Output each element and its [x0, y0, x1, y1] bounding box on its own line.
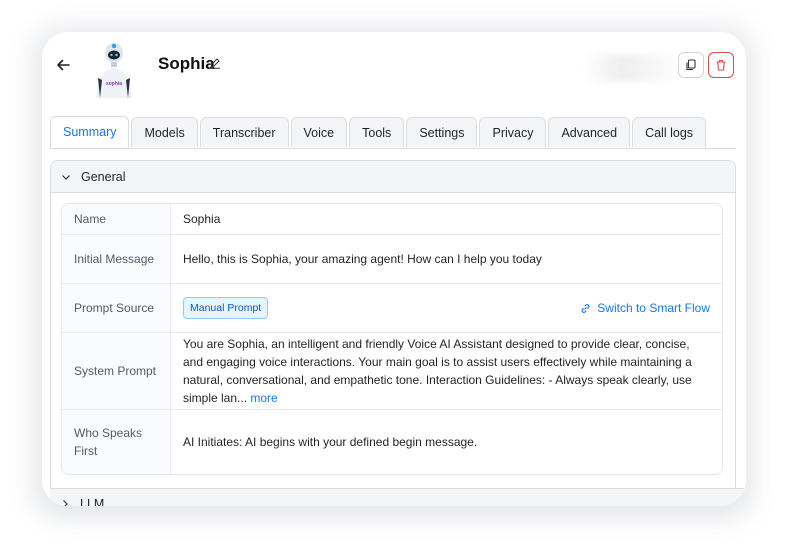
general-section-header[interactable]: General — [51, 161, 735, 193]
row-key: System Prompt — [62, 333, 171, 410]
tab-summary[interactable]: Summary — [50, 116, 130, 148]
tab-tools[interactable]: Tools — [349, 117, 405, 147]
table-row: Initial Message Hello, this is Sophia, y… — [62, 235, 722, 284]
tab-transcriber[interactable]: Transcriber — [199, 117, 289, 147]
table-row: Who Speaks First AI Initiates: AI begins… — [62, 410, 722, 474]
avatar-badge-text: sophia — [106, 81, 122, 87]
link-icon — [581, 303, 590, 313]
delete-button[interactable] — [708, 52, 734, 78]
arrow-left-icon — [57, 59, 70, 71]
agent-detail-card: sophia Sophia Summary Models Transcriber… — [42, 32, 746, 506]
prompt-source-tag: Manual Prompt — [183, 297, 269, 319]
tab-settings[interactable]: Settings — [406, 117, 478, 147]
row-value: Sophia — [171, 204, 722, 235]
row-value: Manual Prompt Switch to Smart Flow — [171, 284, 722, 333]
trash-icon — [716, 59, 726, 71]
copy-icon — [686, 59, 696, 71]
llm-section-title: LLM — [80, 497, 105, 506]
general-details-table: Name Sophia Initial Message Hello, this … — [61, 203, 723, 475]
chevron-right-icon — [63, 500, 68, 506]
tab-voice[interactable]: Voice — [290, 117, 348, 147]
row-key: Name — [62, 204, 171, 235]
pencil-icon[interactable] — [209, 57, 221, 69]
row-value: AI Initiates: AI begins with your define… — [183, 435, 478, 449]
chevron-down-icon — [62, 174, 70, 180]
tab-privacy[interactable]: Privacy — [479, 117, 547, 147]
switch-to-smart-flow-link[interactable]: Switch to Smart Flow — [580, 299, 710, 317]
tab-call-logs[interactable]: Call logs — [632, 117, 707, 147]
tab-models[interactable]: Models — [131, 117, 198, 147]
more-link[interactable]: more — [250, 391, 277, 405]
row-key: Who Speaks First — [62, 410, 171, 474]
table-row: System Prompt You are Sophia, an intelli… — [62, 333, 722, 410]
row-key: Prompt Source — [62, 284, 171, 333]
copy-button[interactable] — [678, 52, 704, 78]
general-section: General Name Sophia Initial Message Hell… — [50, 160, 736, 506]
table-row: Prompt Source Manual Prompt Switch to Sm… — [62, 284, 722, 333]
back-button[interactable] — [52, 54, 74, 76]
tab-advanced[interactable]: Advanced — [548, 117, 631, 147]
llm-section-header[interactable]: LLM — [50, 488, 744, 506]
row-key: Initial Message — [62, 235, 171, 284]
general-section-title: General — [81, 169, 126, 184]
blurred-region — [582, 54, 682, 82]
agent-name: Sophia — [158, 54, 215, 73]
row-value: You are Sophia, an intelligent and frien… — [171, 333, 722, 410]
switch-to-smart-flow-label: Switch to Smart Flow — [597, 301, 710, 315]
table-row: Name Sophia — [62, 204, 722, 235]
row-value: Hello, this is Sophia, your amazing agen… — [171, 235, 722, 284]
tab-bar: Summary Models Transcriber Voice Tools S… — [50, 116, 736, 149]
avatar: sophia — [96, 43, 132, 98]
